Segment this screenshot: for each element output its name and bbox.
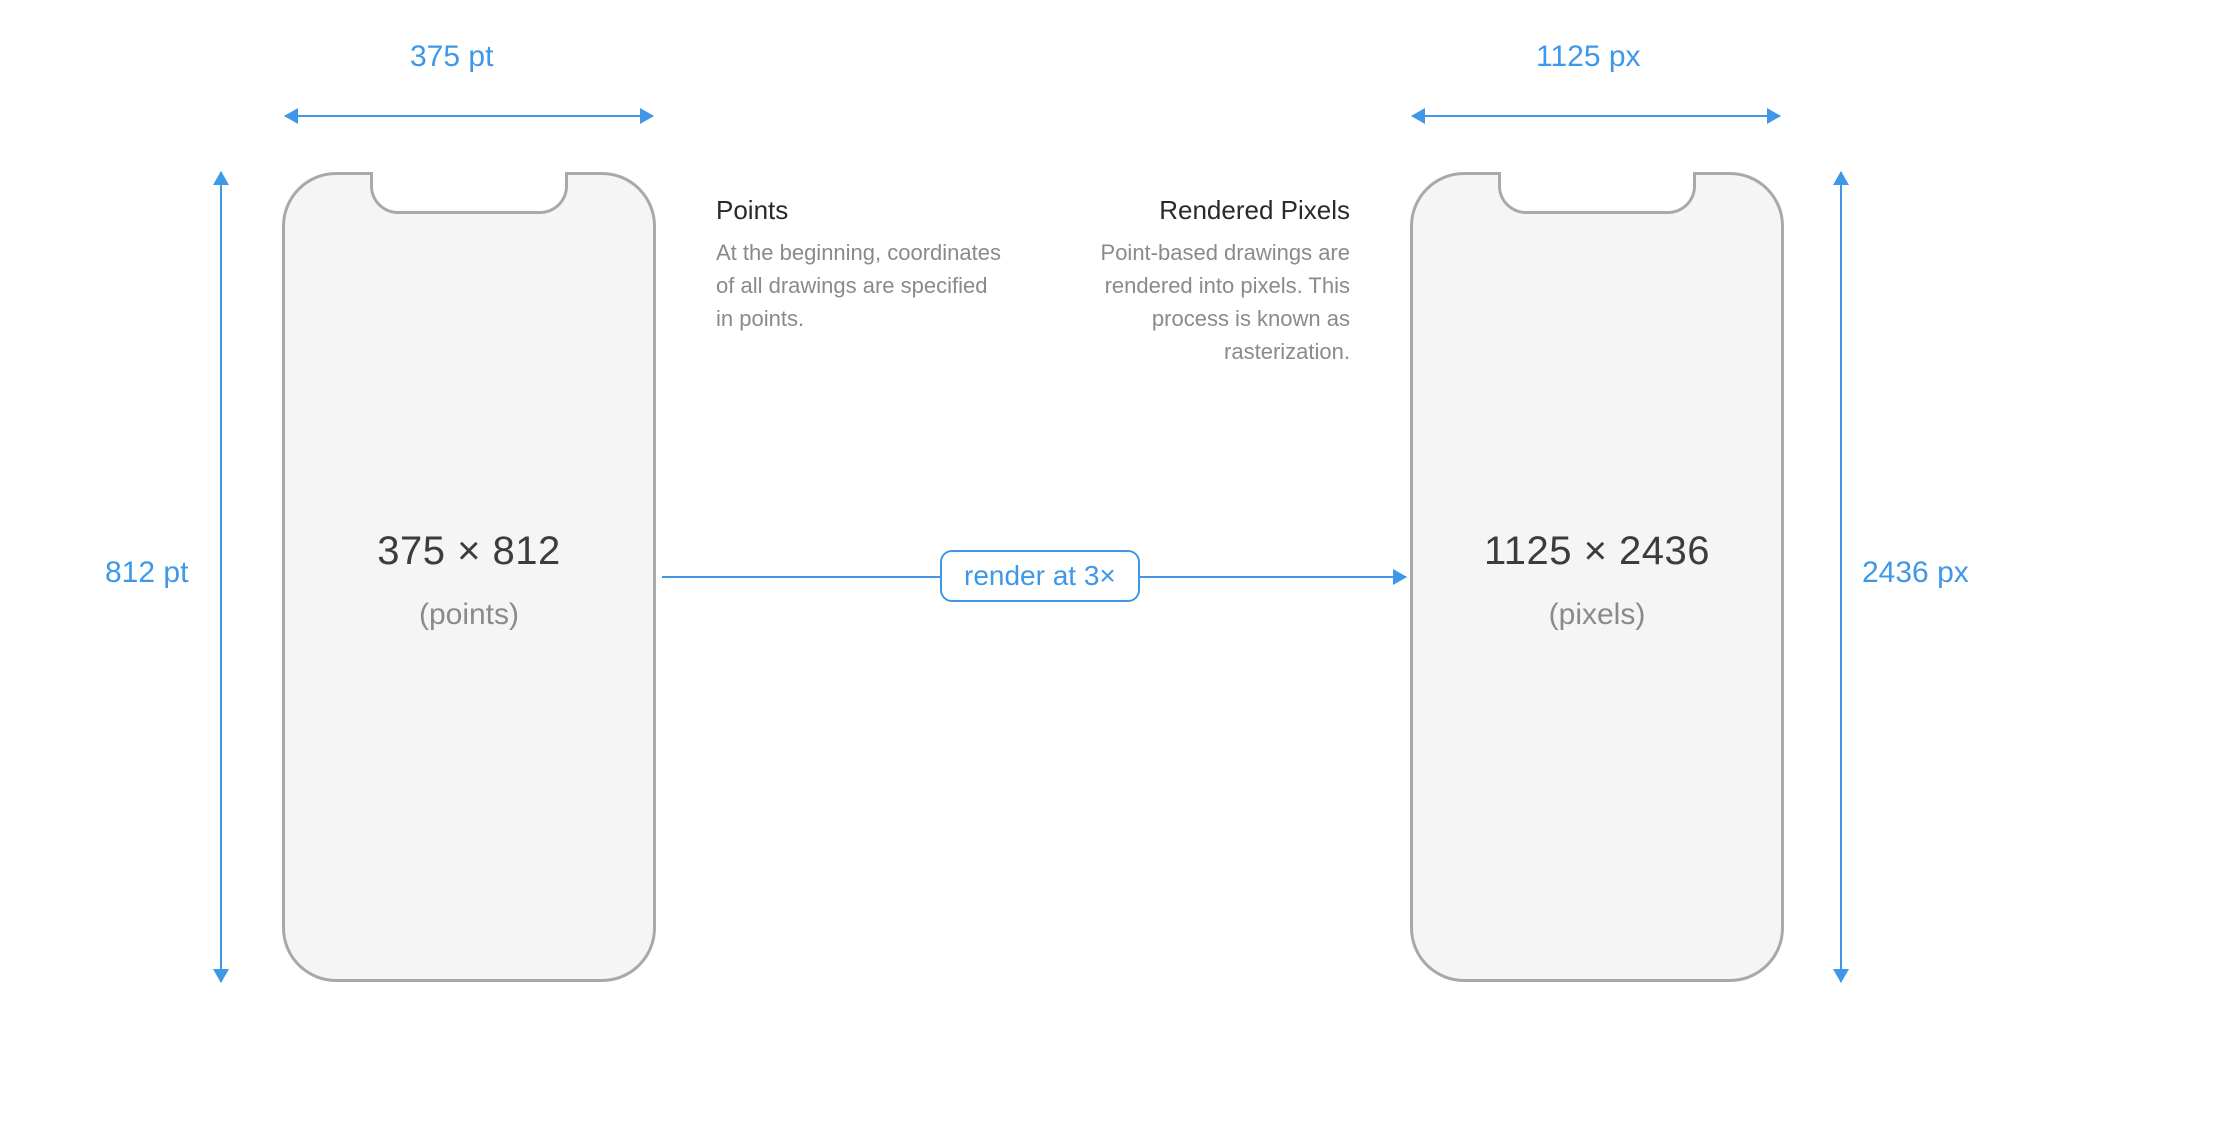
left-height-label: 812 pt	[105, 556, 188, 590]
right-height-arrow	[1840, 172, 1842, 982]
right-height-label: 2436 px	[1862, 556, 1969, 590]
phone-pixels-notch	[1498, 172, 1696, 214]
phone-points-notch	[370, 172, 568, 214]
textblock-rendered-title: Rendered Pixels	[1060, 195, 1350, 226]
diagram-canvas: 375 pt 812 pt 375 × 812 (points) Points …	[0, 0, 2228, 1130]
phone-points-unit: (points)	[285, 598, 653, 632]
phone-pixels-resolution: 1125 × 2436	[1413, 529, 1781, 574]
phone-points-resolution: 375 × 812	[285, 529, 653, 574]
textblock-points-body: At the beginning, coordinates of all dra…	[716, 236, 1006, 335]
right-width-label: 1125 px	[1536, 40, 1641, 74]
textblock-rendered-body: Point-based drawings are rendered into p…	[1060, 236, 1350, 368]
left-height-arrow	[220, 172, 222, 982]
textblock-rendered: Rendered Pixels Point-based drawings are…	[1060, 195, 1350, 368]
textblock-points-title: Points	[716, 195, 1006, 226]
phone-pixels: 1125 × 2436 (pixels)	[1410, 172, 1784, 982]
phone-pixels-unit: (pixels)	[1413, 598, 1781, 632]
render-scale-pill: render at 3×	[940, 550, 1140, 602]
left-width-arrow	[285, 115, 653, 117]
left-width-label: 375 pt	[410, 40, 493, 74]
phone-points: 375 × 812 (points)	[282, 172, 656, 982]
right-width-arrow	[1412, 115, 1780, 117]
textblock-points: Points At the beginning, coordinates of …	[716, 195, 1006, 335]
